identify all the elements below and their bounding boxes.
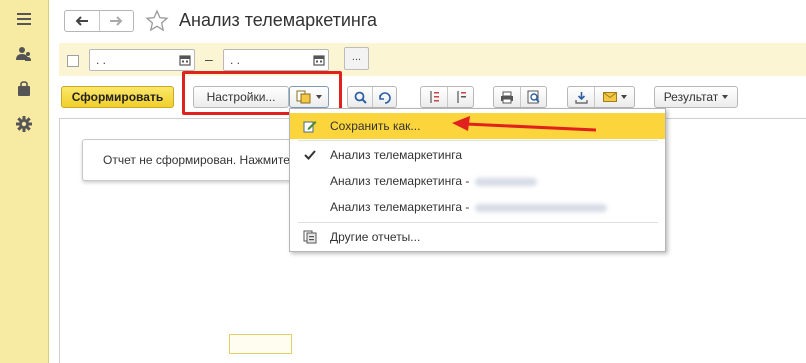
export-group xyxy=(567,86,635,108)
generate-button[interactable]: Сформировать xyxy=(61,86,174,108)
download-icon xyxy=(574,91,588,104)
chevron-down-icon xyxy=(620,95,627,99)
period-checkbox[interactable] xyxy=(67,55,79,67)
collapse-icon xyxy=(430,91,439,103)
reports-icon xyxy=(303,230,317,244)
variant-label: Анализ телемаркетинга xyxy=(330,148,463,162)
notice-text: Отчет не сформирован. Нажмите xyxy=(103,153,290,167)
print-preview-icon xyxy=(527,90,540,104)
menu-item-variant[interactable]: Анализ телемаркетинга - xyxy=(290,168,665,194)
chevron-down-icon xyxy=(722,95,729,99)
print-button[interactable] xyxy=(494,87,520,107)
find-button[interactable] xyxy=(348,87,372,107)
find-next-button[interactable] xyxy=(372,87,396,107)
menu-icon[interactable] xyxy=(15,10,33,28)
bag-icon[interactable] xyxy=(15,80,33,98)
expand-groups-button[interactable] xyxy=(447,87,473,107)
arrow-left-icon xyxy=(75,16,88,26)
send-email-button[interactable] xyxy=(594,87,634,107)
annotation-arrow-icon xyxy=(452,116,597,132)
page-title: Анализ телемаркетинга xyxy=(179,10,378,30)
collapse-groups-button[interactable] xyxy=(421,87,447,107)
save-as-label: Сохранить как... xyxy=(330,119,421,133)
forward-button[interactable] xyxy=(98,11,134,31)
period-separator: – xyxy=(205,51,213,67)
calendar-icon[interactable] xyxy=(179,54,191,66)
save-as-icon xyxy=(303,121,317,133)
star-icon[interactable] xyxy=(145,9,169,33)
variant-label: Анализ телемаркетинга - xyxy=(330,174,538,188)
envelope-icon xyxy=(602,92,617,102)
print-group xyxy=(493,86,547,108)
expand-icon xyxy=(456,91,466,103)
sidebar xyxy=(0,0,49,363)
users-icon[interactable] xyxy=(15,45,33,63)
period-end-field[interactable]: . . xyxy=(223,49,329,71)
menu-item-variant[interactable]: Анализ телемаркетинга - xyxy=(290,194,665,220)
navigation-buttons xyxy=(64,10,134,32)
calendar-icon[interactable] xyxy=(313,54,325,66)
print-preview-button[interactable] xyxy=(520,87,546,107)
gear-icon[interactable] xyxy=(15,115,33,133)
back-button[interactable] xyxy=(65,11,99,31)
result-label: Результат xyxy=(663,90,719,104)
period-start-field[interactable]: . . xyxy=(89,49,195,71)
result-button[interactable]: Результат xyxy=(654,86,738,108)
search-group xyxy=(347,86,397,108)
save-to-file-button[interactable] xyxy=(568,87,594,107)
period-end-value: . . xyxy=(230,53,241,67)
search-icon xyxy=(354,91,367,104)
menu-item-variant[interactable]: Анализ телемаркетинга xyxy=(290,142,665,168)
group-controls xyxy=(420,86,474,108)
period-start-value: . . xyxy=(96,53,107,67)
printer-icon xyxy=(501,91,513,103)
menu-separator xyxy=(298,222,658,223)
select-period-button[interactable]: ... xyxy=(344,47,369,70)
report-cell[interactable] xyxy=(229,334,292,354)
menu-item-other-reports[interactable]: Другие отчеты... xyxy=(290,224,665,250)
menu-separator xyxy=(298,140,658,141)
arrow-right-icon xyxy=(110,16,123,26)
checkmark-icon xyxy=(304,150,316,160)
search-next-icon xyxy=(379,91,391,104)
other-reports-label: Другие отчеты... xyxy=(330,230,421,244)
variant-label: Анализ телемаркетинга - xyxy=(330,200,608,214)
